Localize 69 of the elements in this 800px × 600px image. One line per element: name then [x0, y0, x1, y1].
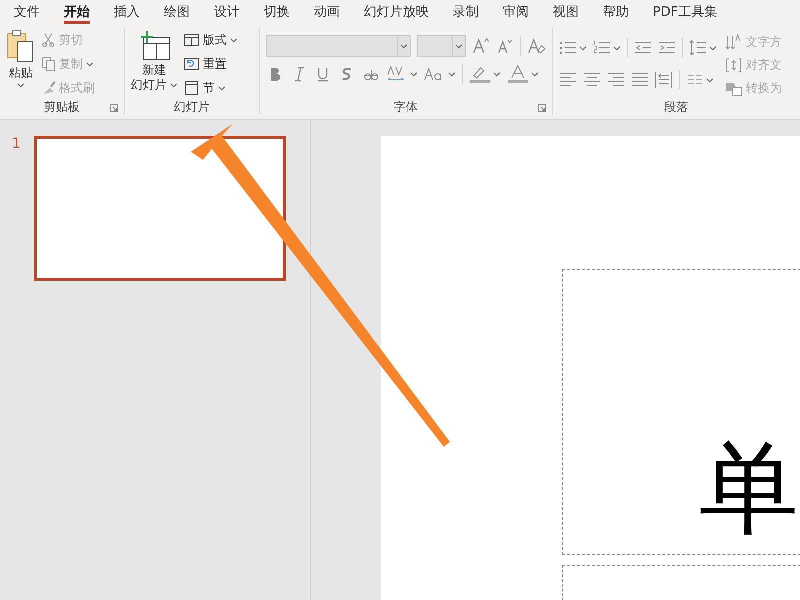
ribbon-tab[interactable]: 插入 [102, 0, 152, 24]
new-slide-button[interactable]: 新建 幻灯片 [131, 28, 178, 99]
highlight-button[interactable] [469, 65, 501, 83]
caret-icon [579, 46, 587, 50]
highlighter-icon [469, 65, 491, 83]
reset-icon [184, 56, 200, 72]
ribbon-tab[interactable]: 幻灯片放映 [352, 0, 441, 24]
shrink-font-icon [496, 37, 514, 55]
group-label: 幻灯片 [174, 98, 210, 116]
caret-icon [455, 44, 464, 48]
caret-icon [448, 72, 456, 76]
justify-icon [631, 71, 649, 89]
caret-icon [613, 46, 621, 50]
ribbon-tab[interactable]: 审阅 [491, 0, 541, 24]
caret-icon [17, 83, 25, 88]
ribbon-tab[interactable]: 录制 [441, 0, 491, 24]
line-spacing-button[interactable] [689, 39, 717, 57]
caret-icon [531, 72, 539, 76]
dialog-launcher-icon [110, 104, 118, 112]
title-placeholder[interactable]: 单 [562, 269, 800, 555]
caret-icon [170, 83, 178, 88]
caret-icon [400, 44, 408, 48]
paste-button[interactable]: 粘贴 [6, 28, 36, 99]
font-color-icon [507, 65, 529, 83]
line-spacing-icon [689, 39, 707, 57]
caret-icon [493, 72, 501, 76]
layout-icon [184, 32, 200, 48]
group-label: 段落 [664, 98, 688, 116]
ribbon-tab[interactable]: 绘图 [152, 0, 202, 24]
subtitle-placeholder[interactable] [562, 565, 800, 600]
align-text-icon [725, 56, 743, 74]
distributed-icon [655, 71, 673, 89]
ribbon-tab[interactable]: 设计 [202, 0, 252, 24]
slide-title: 单 [699, 434, 799, 549]
dialog-launcher-icon [538, 104, 546, 112]
bullet-list-icon [559, 39, 577, 57]
ribbon-tab[interactable]: 帮助 [591, 0, 641, 24]
align-center-icon [583, 71, 601, 89]
font-color-button[interactable] [507, 65, 539, 83]
group-label: 剪贴板 [44, 98, 80, 116]
ribbon-button[interactable]: 重置 [184, 53, 238, 75]
ribbon-tab[interactable]: 视图 [541, 0, 591, 24]
copy-icon [42, 56, 56, 72]
ribbon-tab[interactable]: PDF工具集 [641, 0, 730, 24]
ribbon-tab[interactable]: 切换 [252, 0, 302, 24]
character-spacing-button[interactable] [386, 65, 418, 83]
clear-format-icon [527, 37, 546, 55]
caret-icon [410, 72, 418, 76]
ribbon-button[interactable]: 版式 [184, 29, 238, 51]
font-size-field[interactable] [417, 35, 466, 57]
section-icon [184, 80, 200, 96]
caret-icon [709, 46, 717, 50]
slide-thumbnail[interactable] [34, 136, 286, 281]
align-right-icon [607, 71, 625, 89]
change-case-button[interactable] [424, 65, 456, 83]
font-name-field[interactable] [266, 35, 411, 57]
slide-number: 1 [12, 136, 22, 154]
ribbon-tab[interactable]: 动画 [302, 0, 352, 24]
ribbon-button[interactable]: 节 [184, 77, 238, 99]
scissors-icon [42, 32, 56, 48]
clipboard-icon [6, 30, 36, 64]
bullets-button[interactable] [559, 39, 587, 57]
text-direction-icon [725, 34, 743, 50]
group-label: 字体 [394, 98, 418, 116]
align-left-icon [559, 71, 577, 89]
ribbon-tab[interactable]: 文件 [2, 0, 52, 24]
brush-icon [42, 80, 56, 96]
caret-icon [706, 78, 714, 82]
grow-font-icon [472, 37, 490, 55]
